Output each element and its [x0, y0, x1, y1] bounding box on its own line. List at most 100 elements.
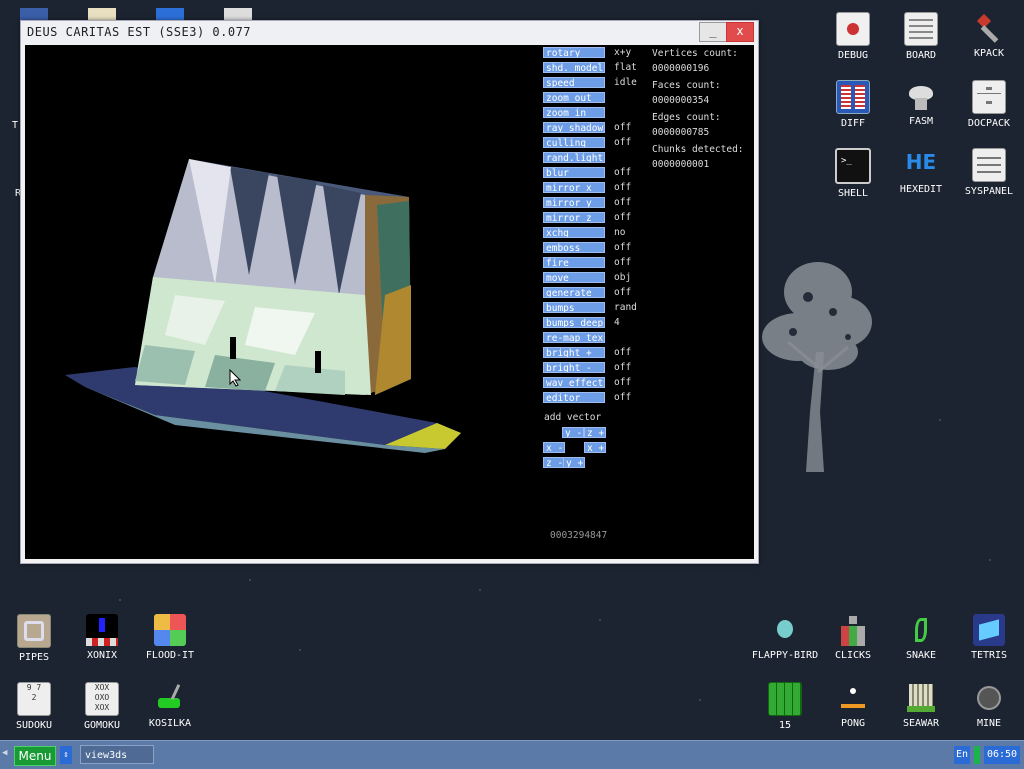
- desktop-icon-label: PIPES: [18, 652, 50, 663]
- desktop-icon-xonix[interactable]: XONIX: [68, 614, 136, 661]
- option-value: off: [614, 137, 632, 148]
- tree-wallpaper: [762, 262, 872, 472]
- add-vector-x-plus-button[interactable]: x +: [584, 442, 606, 453]
- flood-it-icon: [154, 614, 186, 646]
- option-button[interactable]: bumps deep: [543, 317, 605, 328]
- window-title: DEUS CARITAS EST (SSE3) 0.077: [27, 25, 252, 39]
- view3ds-window[interactable]: DEUS CARITAS EST (SSE3) 0.077 _ x add ve…: [20, 20, 759, 564]
- taskbar-scroll-left-icon[interactable]: ◀: [2, 748, 7, 758]
- mouse-cursor-icon: [229, 369, 241, 387]
- option-button[interactable]: emboss: [543, 242, 605, 253]
- sudoku-icon: 9 72: [17, 682, 51, 716]
- desktop-icon-gomoku[interactable]: XOX OXO XOX GOMOKU: [68, 682, 136, 731]
- clock[interactable]: 06:50: [984, 746, 1020, 764]
- option-button[interactable]: fire: [543, 257, 605, 268]
- add-vector-z-plus-button[interactable]: z +: [584, 427, 606, 438]
- option-button[interactable]: speed: [543, 77, 605, 88]
- option-value: off: [614, 242, 632, 253]
- vertices-count-value: 0000000196: [652, 63, 710, 74]
- option-button[interactable]: rotary: [543, 47, 605, 58]
- option-value: off: [614, 167, 632, 178]
- render-viewport[interactable]: add vector y - z + x - x + z - y + Verti…: [25, 45, 754, 559]
- option-button[interactable]: ray shadow: [543, 122, 605, 133]
- option-button[interactable]: rand.light: [543, 152, 605, 163]
- partial-icon-1[interactable]: [20, 8, 48, 20]
- option-value: no: [614, 227, 626, 238]
- desktop-icon-label: FLOOD-IT: [145, 650, 195, 661]
- desktop-icon-diff[interactable]: DIFF: [819, 80, 887, 129]
- partial-icon-3[interactable]: [156, 8, 184, 20]
- debug-icon: [836, 12, 870, 46]
- desktop-icon-flood-it[interactable]: FLOOD-IT: [136, 614, 204, 661]
- desktop-icon-sudoku[interactable]: 9 72 SUDOKU: [0, 682, 68, 731]
- option-button[interactable]: editor: [543, 392, 605, 403]
- desktop-icon-label: KPACK: [973, 48, 1005, 59]
- option-button[interactable]: bright -: [543, 362, 605, 373]
- add-vector-y-minus-button[interactable]: y -: [562, 427, 584, 438]
- taskbar-item-view3ds[interactable]: view3ds: [80, 745, 154, 764]
- partial-icon-4[interactable]: [224, 8, 252, 20]
- desktop-icon-kpack[interactable]: KPACK: [955, 12, 1023, 59]
- desktop-icon-15[interactable]: 15: [751, 682, 819, 731]
- hat-model[interactable]: [25, 45, 535, 559]
- mine-icon: [973, 682, 1005, 714]
- option-value: off: [614, 122, 632, 133]
- desktop-icon-pong[interactable]: PONG: [819, 682, 887, 729]
- option-button[interactable]: zoom in: [543, 107, 605, 118]
- option-value: off: [614, 377, 632, 388]
- option-button[interactable]: mirror y: [543, 197, 605, 208]
- desktop-icon-hexedit[interactable]: HE HEXEDIT: [887, 148, 955, 195]
- desktop-icon-label: DEBUG: [837, 50, 869, 61]
- add-vector-x-minus-button[interactable]: x -: [543, 442, 565, 453]
- desktop-icon-tetris[interactable]: TETRIS: [955, 614, 1023, 661]
- task-switch-updown-icon[interactable]: ⇕: [60, 746, 72, 764]
- option-button[interactable]: wav effect: [543, 377, 605, 388]
- desktop-icon-seawar[interactable]: SEAWAR: [887, 682, 955, 729]
- option-button[interactable]: bright +: [543, 347, 605, 358]
- option-button[interactable]: zoom out: [543, 92, 605, 103]
- option-value: off: [614, 182, 632, 193]
- close-button[interactable]: x: [726, 22, 754, 42]
- kosilka-icon: [154, 682, 186, 714]
- frame-counter: 0003294847: [550, 530, 608, 541]
- tetris-icon: [973, 614, 1005, 646]
- desktop-icon-pipes[interactable]: PIPES: [0, 614, 68, 663]
- option-button[interactable]: re-map tex: [543, 332, 605, 343]
- option-button[interactable]: culling: [543, 137, 605, 148]
- option-button[interactable]: move: [543, 272, 605, 283]
- desktop-icon-snake[interactable]: SNAKE: [887, 614, 955, 661]
- desktop-icon-clicks[interactable]: CLICKS: [819, 614, 887, 661]
- option-button[interactable]: mirror z: [543, 212, 605, 223]
- option-button[interactable]: shd. model: [543, 62, 605, 73]
- desktop-icon-board[interactable]: BOARD: [887, 12, 955, 61]
- desktop-icon-label: BOARD: [905, 50, 937, 61]
- option-button[interactable]: mirror x: [543, 182, 605, 193]
- desktop-icon-label: SNAKE: [905, 650, 937, 661]
- desktop-icon-docpack[interactable]: DOCPACK: [955, 80, 1023, 129]
- shell-icon: >_: [835, 148, 871, 184]
- option-button[interactable]: generate: [543, 287, 605, 298]
- window-titlebar[interactable]: DEUS CARITAS EST (SSE3) 0.077 _ x: [21, 21, 758, 44]
- option-button[interactable]: xchg: [543, 227, 605, 238]
- option-button[interactable]: blur: [543, 167, 605, 178]
- option-value: off: [614, 197, 632, 208]
- minimize-button[interactable]: _: [699, 22, 727, 42]
- desktop-icon-syspanel[interactable]: SYSPANEL: [955, 148, 1023, 197]
- xonix-icon: [86, 614, 118, 646]
- desktop-icon-mine[interactable]: MINE: [955, 682, 1023, 729]
- language-indicator[interactable]: En: [954, 746, 970, 764]
- desktop-icon-debug[interactable]: DEBUG: [819, 12, 887, 61]
- add-vector-z-minus-button[interactable]: z -: [543, 457, 565, 468]
- desktop-icon-shell[interactable]: >_ SHELL: [819, 148, 887, 199]
- partial-icon-2[interactable]: [88, 8, 116, 20]
- option-value: off: [614, 392, 632, 403]
- desktop-icon-kosilka[interactable]: KOSILKA: [136, 682, 204, 729]
- option-button[interactable]: bumps: [543, 302, 605, 313]
- desktop-icon-fasm[interactable]: FASM: [887, 80, 955, 127]
- menu-button[interactable]: Menu: [14, 746, 56, 766]
- add-vector-y-plus-button[interactable]: y +: [563, 457, 585, 468]
- fifteen-icon: [768, 682, 802, 716]
- snake-icon: [905, 614, 937, 646]
- desktop-icon-flappy-bird[interactable]: FLAPPY-BIRD: [751, 614, 819, 661]
- desktop-icon-label: GOMOKU: [83, 720, 121, 731]
